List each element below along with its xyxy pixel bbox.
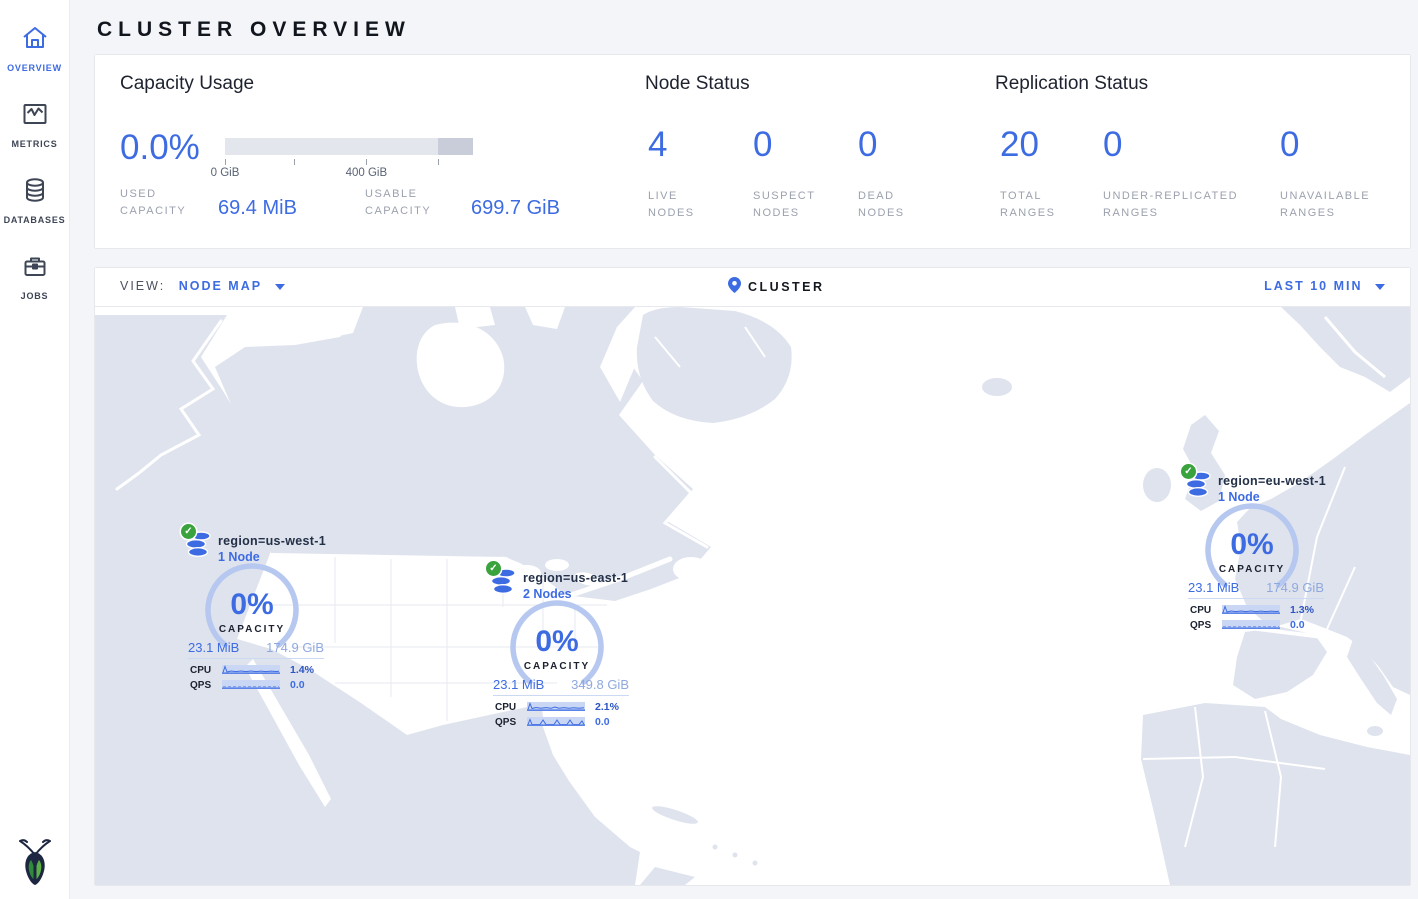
qps-sparkline (222, 676, 280, 694)
suspect-nodes-label: SUSPECT NODES (753, 188, 833, 222)
qps-label: QPS (495, 717, 521, 728)
database-stack-icon: ✓ (184, 530, 212, 565)
capacity-percent: 0% (180, 588, 324, 622)
database-stack-icon: ✓ (1184, 470, 1212, 505)
sidebar-item-label: OVERVIEW (7, 63, 62, 73)
capacity-usage-title: Capacity Usage (120, 73, 254, 95)
qps-label: QPS (190, 680, 216, 691)
check-icon: ✓ (181, 524, 196, 539)
chevron-down-icon (1375, 284, 1385, 290)
sidebar-item-overview[interactable]: OVERVIEW (0, 10, 69, 86)
breadcrumb-cluster[interactable]: CLUSTER (728, 277, 825, 296)
region-name: region=us-west-1 (218, 534, 326, 548)
node-status-title: Node Status (645, 73, 750, 95)
breadcrumb-label: CLUSTER (748, 280, 825, 294)
qps-sparkline (527, 713, 585, 731)
check-icon: ✓ (1181, 464, 1196, 479)
bar-tick (366, 159, 367, 165)
bar-tick-label: 400 GiB (346, 167, 388, 179)
cockroach-logo-icon (15, 838, 55, 891)
region-card-us-east-1[interactable]: ✓ region=us-east-1 2 Nodes 0% CAPACITY 2… (485, 565, 635, 730)
main-content: CLUSTER OVERVIEW Capacity Usage 0.0% 0 G… (70, 0, 1418, 899)
capacity-label: CAPACITY (485, 661, 629, 672)
sidebar-item-metrics[interactable]: METRICS (0, 86, 69, 162)
bar-tick-label: 0 GiB (211, 167, 240, 179)
view-label: VIEW: (120, 279, 165, 293)
cpu-value: 1.4% (290, 664, 314, 676)
qps-value: 0.0 (290, 679, 305, 691)
region-card-us-west-1[interactable]: ✓ region=us-west-1 1 Node 0% CAPACITY 23… (180, 528, 330, 693)
usable-capacity-value: 699.7 GiB (471, 197, 560, 220)
databases-icon (20, 175, 50, 210)
sidebar-item-label: DATABASES (4, 215, 66, 225)
unavailable-ranges-stat: 0 UNAVAILABLE RANGES (1280, 127, 1418, 222)
region-name: region=us-east-1 (523, 571, 628, 585)
total-ranges-label: TOTAL RANGES (1000, 188, 1080, 222)
node-map-card: VIEW: NODE MAP CLUSTER LAST 10 MIN (95, 268, 1410, 885)
capacity-percent: 0% (1180, 528, 1324, 562)
location-pin-icon (728, 277, 741, 296)
usable-capacity-stat: USABLE CAPACITY 699.7 GiB (365, 186, 560, 220)
check-icon: ✓ (486, 561, 501, 576)
cpu-label: CPU (1190, 605, 1216, 616)
map-toolbar: VIEW: NODE MAP CLUSTER LAST 10 MIN (95, 268, 1410, 307)
usable-capacity-label: USABLE CAPACITY (365, 186, 457, 220)
sidebar-item-jobs[interactable]: JOBS (0, 238, 69, 314)
region-name: region=eu-west-1 (1218, 474, 1326, 488)
capacity-used: 23.1 MiB (188, 640, 239, 655)
summary-card: Capacity Usage 0.0% 0 GiB 400 GiB USED C… (95, 55, 1410, 248)
capacity-total: 174.9 GiB (1266, 580, 1324, 595)
qps-label: QPS (1190, 620, 1216, 631)
unavailable-ranges-value: 0 (1280, 127, 1418, 162)
under-replicated-stat: 0 UNDER-REPLICATED RANGES (1103, 127, 1253, 222)
cpu-label: CPU (495, 702, 521, 713)
under-replicated-label: UNDER-REPLICATED RANGES (1103, 188, 1243, 222)
metrics-icon (20, 99, 50, 134)
time-range-label: LAST 10 MIN (1264, 279, 1362, 293)
sidebar-item-label: METRICS (11, 139, 57, 149)
capacity-label: CAPACITY (1180, 564, 1324, 575)
region-card-eu-west-1[interactable]: ✓ region=eu-west-1 1 Node 0% CAPACITY 23… (1180, 468, 1330, 633)
capacity-label: CAPACITY (180, 624, 324, 635)
capacity-bar-segment (438, 138, 473, 155)
unavailable-ranges-label: UNAVAILABLE RANGES (1280, 188, 1390, 222)
used-capacity-stat: USED CAPACITY 69.4 MiB (120, 186, 297, 220)
sidebar-item-databases[interactable]: DATABASES (0, 162, 69, 238)
cpu-value: 1.3% (1290, 604, 1314, 616)
bar-tick (438, 159, 439, 165)
qps-value: 0.0 (595, 716, 610, 728)
capacity-used: 23.1 MiB (493, 677, 544, 692)
chevron-down-icon (275, 284, 285, 290)
dead-nodes-value: 0 (858, 127, 1008, 162)
dead-nodes-stat: 0 DEAD NODES (858, 127, 1008, 222)
capacity-total: 349.8 GiB (571, 677, 629, 692)
sidebar-item-label: JOBS (21, 291, 49, 301)
capacity-percent: 0% (485, 625, 629, 659)
used-capacity-label: USED CAPACITY (120, 186, 204, 220)
dead-nodes-label: DEAD NODES (858, 188, 938, 222)
world-map: ✓ region=us-west-1 1 Node 0% CAPACITY 23… (95, 307, 1410, 885)
cpu-value: 2.1% (595, 701, 619, 713)
replication-status-title: Replication Status (995, 73, 1148, 95)
time-range-selector[interactable]: LAST 10 MIN (1264, 279, 1385, 293)
database-stack-icon: ✓ (489, 567, 517, 602)
home-icon (20, 23, 50, 58)
capacity-used: 23.1 MiB (1188, 580, 1239, 595)
jobs-icon (20, 251, 50, 286)
capacity-used-percent: 0.0% (120, 130, 200, 165)
cpu-label: CPU (190, 665, 216, 676)
view-value: NODE MAP (179, 279, 262, 293)
view-selector[interactable]: VIEW: NODE MAP (120, 279, 285, 293)
bar-tick (225, 159, 226, 165)
bar-tick (294, 159, 295, 165)
live-nodes-label: LIVE NODES (648, 188, 728, 222)
qps-sparkline (1222, 616, 1280, 634)
under-replicated-value: 0 (1103, 127, 1253, 162)
sidebar: OVERVIEW METRICS DATABASES (0, 0, 70, 899)
used-capacity-value: 69.4 MiB (218, 197, 297, 220)
qps-value: 0.0 (1290, 619, 1305, 631)
page-title: CLUSTER OVERVIEW (95, 10, 1410, 55)
capacity-total: 174.9 GiB (266, 640, 324, 655)
capacity-bar: 0 GiB 400 GiB (225, 138, 473, 155)
